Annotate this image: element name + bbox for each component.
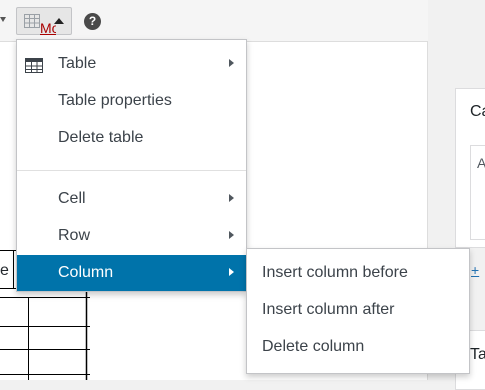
menu-item-cell[interactable]: Cell: [17, 181, 246, 217]
table-icon: [25, 58, 43, 73]
submenu-item-insert-column-after[interactable]: Insert column after: [247, 292, 469, 328]
submenu-item-label: Delete column: [262, 338, 365, 355]
menu-item-label: Table: [58, 55, 97, 72]
sidebar-panel-text: A: [477, 155, 485, 171]
sidebar-link[interactable]: Mo: [40, 20, 56, 36]
dropdown-arrow-icon[interactable]: [0, 17, 6, 22]
menu-item-label: Row: [58, 227, 91, 244]
menu-item-row[interactable]: Row: [17, 218, 246, 254]
chevron-right-icon: [229, 194, 234, 202]
chevron-right-icon: [229, 268, 234, 276]
menu-item-delete-table[interactable]: Delete table: [17, 120, 246, 156]
menu-item-label: Delete table: [58, 129, 144, 146]
table-cell-text: e: [0, 262, 9, 279]
menu-item-table[interactable]: Table: [17, 46, 246, 82]
menu-item-column[interactable]: Column: [17, 255, 246, 291]
submenu-item-label: Insert column before: [262, 264, 408, 281]
chevron-right-icon: [229, 231, 234, 239]
menu-item-table-properties[interactable]: Table properties: [17, 83, 246, 119]
submenu-item-insert-column-before[interactable]: Insert column before: [247, 255, 469, 291]
menu-item-label: Column: [58, 264, 114, 281]
chevron-right-icon: [229, 59, 234, 67]
submenu-item-delete-column[interactable]: Delete column: [247, 329, 469, 365]
sidebar-add-link[interactable]: +: [471, 262, 485, 278]
sidebar-panel-2-heading[interactable]: Ta: [470, 346, 485, 364]
sidebar-panel-heading[interactable]: Ca: [470, 103, 485, 121]
menu-item-label: Cell: [58, 190, 86, 207]
table-grid-icon: [24, 14, 40, 28]
submenu-item-label: Insert column after: [262, 301, 395, 318]
column-submenu: Insert column before Insert column after…: [246, 248, 470, 374]
editor-toolbar: ?: [0, 0, 428, 42]
table-menu: Table Table properties Delete table Cell…: [16, 39, 247, 292]
menu-divider: [17, 170, 246, 171]
menu-item-label: Table properties: [58, 92, 172, 109]
help-button[interactable]: ?: [84, 13, 101, 30]
